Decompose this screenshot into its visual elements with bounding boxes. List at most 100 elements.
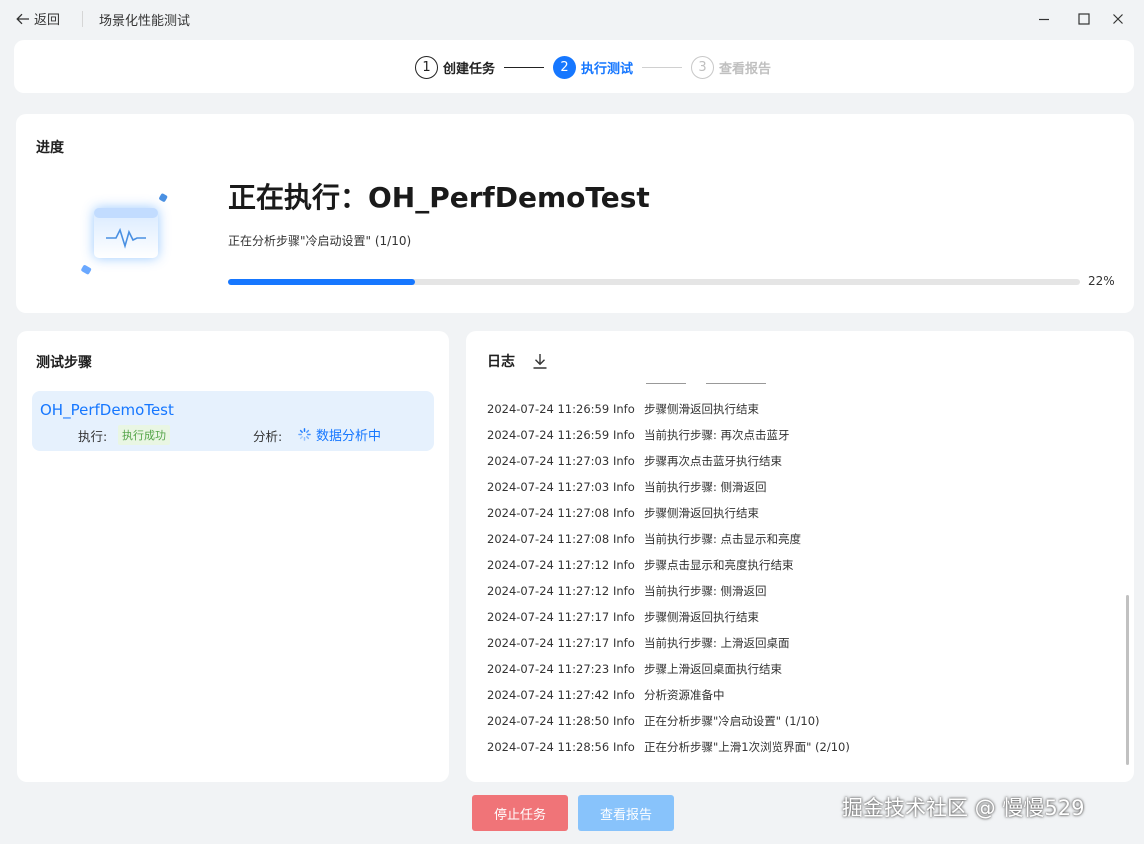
log-entry: 2024-07-24 11:27:17 Info 当前执行步骤: 上滑返回桌面 [487,633,790,653]
back-button[interactable]: 返回 [16,9,60,28]
progress-bar-fill [228,279,416,285]
monitor-illustration-icon [81,193,168,275]
log-entry: 2024-07-24 11:27:17 Info 步骤侧滑返回执行结束 [487,607,759,627]
close-button[interactable] [1107,8,1129,30]
log-entry-level: Info [613,428,635,442]
log-entry-level: Info [613,636,635,650]
stepper-card: 1 创建任务 2 执行测试 3 查看报告 [14,40,1134,93]
step-label: 执行测试 [581,61,634,77]
step-number: 3 [691,55,715,79]
log-entry: 2024-07-24 11:27:12 Info 当前执行步骤: 侧滑返回 [487,581,767,601]
log-list[interactable]: 2024-07-24 11:26:59 Info 步骤侧滑返回执行结束 2024-07… [466,383,1134,773]
analysis-status-text: 数据分析中 [316,429,382,444]
log-entry-time: 2024-07-24 11:26:59 [487,428,610,442]
arrow-left-icon [16,13,29,24]
stepper: 1 创建任务 2 执行测试 3 查看报告 [415,55,771,79]
log-entry-time: 2024-07-24 11:27:08 [487,532,610,546]
log-entry-level: Info [613,454,635,468]
log-entry: 2024-07-24 11:27:23 Info 步骤上滑返回桌面执行结束 [487,659,782,679]
progress-status-text: 正在分析步骤"冷启动设置" (1/10) [228,234,412,248]
minimize-button[interactable] [1033,8,1055,30]
log-entry-level: Info [613,532,635,546]
loading-spinner-icon [298,428,311,441]
log-entry-message: 步骤点击显示和亮度执行结束 [644,558,794,572]
stop-task-button[interactable]: 停止任务 [472,795,568,831]
watermark: 掘金技术社区 @ 慢慢529 [842,796,1085,820]
log-entry-message: 当前执行步骤: 侧滑返回 [644,584,767,598]
log-entry-time: 2024-07-24 11:28:56 [487,740,610,754]
step-view-report: 3 查看报告 [691,55,771,79]
log-entry-time: 2024-07-24 11:27:12 [487,584,610,598]
log-scrolled-text-fragment [646,383,766,384]
step-connector [504,66,545,68]
log-entry-message: 步骤侧滑返回执行结束 [644,506,759,520]
log-entry-message: 当前执行步骤: 侧滑返回 [644,480,767,494]
log-entry-time: 2024-07-24 11:28:50 [487,714,610,728]
step-number: 1 [415,55,438,79]
log-entry: 2024-07-24 11:27:03 Info 步骤再次点击蓝牙执行结束 [487,451,782,471]
log-entry: 2024-07-24 11:27:12 Info 步骤点击显示和亮度执行结束 [487,555,794,575]
test-steps-card: 测试步骤 OH_PerfDemoTest 执行: 执行成功 分析: 数据分析中 [17,331,449,782]
log-entry-time: 2024-07-24 11:27:17 [487,636,610,650]
log-scrollbar[interactable] [1126,383,1130,773]
log-entry-level: Info [613,662,635,676]
log-entry-level: Info [613,740,635,754]
log-entry-level: Info [613,610,635,624]
progress-bar [228,279,1080,285]
log-scrollbar-thumb[interactable] [1126,595,1129,765]
log-entry: 2024-07-24 11:26:59 Info 步骤侧滑返回执行结束 [487,399,759,419]
title-bar: 返回 场景化性能测试 [0,0,1144,38]
log-entry: 2024-07-24 11:27:08 Info 当前执行步骤: 点击显示和亮度 [487,529,801,549]
analysis-status: 数据分析中 [298,425,381,444]
test-step-item[interactable]: OH_PerfDemoTest 执行: 执行成功 分析: 数据分析中 [32,391,434,451]
log-entry-message: 正在分析步骤"上滑1次浏览界面" (2/10) [644,740,850,754]
log-entry-level: Info [613,688,635,702]
step-connector [642,66,683,68]
log-entry: 2024-07-24 11:27:42 Info 分析资源准备中 [487,685,725,705]
log-card: 日志 2024-07-24 11:26:59 Info 步骤侧滑返回执行结束 2024… [466,331,1134,782]
log-entry-time: 2024-07-24 11:27:08 [487,506,610,520]
log-entry: 2024-07-24 11:27:08 Info 步骤侧滑返回执行结束 [487,503,759,523]
log-entry-message: 步骤侧滑返回执行结束 [644,402,759,416]
progress-percent: 22% [1088,274,1115,288]
title-divider [82,11,83,27]
step-number: 2 [553,55,577,79]
download-icon[interactable] [531,352,549,370]
progress-section-title: 进度 [36,140,64,156]
log-entry-message: 当前执行步骤: 点击显示和亮度 [644,532,802,546]
test-step-name: OH_PerfDemoTest [40,401,174,419]
log-entry: 2024-07-24 11:27:03 Info 当前执行步骤: 侧滑返回 [487,477,767,497]
running-task-title: 正在执行：OH_PerfDemoTest [228,181,650,214]
log-entry-message: 步骤侧滑返回执行结束 [644,610,759,624]
log-section-title: 日志 [487,354,515,370]
log-entry-message: 步骤再次点击蓝牙执行结束 [644,454,782,468]
maximize-button[interactable] [1073,8,1095,30]
log-entry: 2024-07-24 11:26:59 Info 当前执行步骤: 再次点击蓝牙 [487,425,790,445]
log-entry-message: 当前执行步骤: 再次点击蓝牙 [644,428,790,442]
back-label: 返回 [34,13,61,28]
progress-card: 进度 正在执行：OH_PerfDemoTest 正在分析步骤"冷启动设置" (1… [16,114,1134,313]
log-entry-time: 2024-07-24 11:27:03 [487,480,610,494]
view-report-button[interactable]: 查看报告 [578,795,674,831]
exec-label: 执行: [78,429,108,444]
log-entry-level: Info [613,558,635,572]
log-entry: 2024-07-24 11:28:50 Info 正在分析步骤"冷启动设置" (1/… [487,711,820,731]
close-icon [1113,14,1123,24]
step-label: 创建任务 [443,61,496,77]
log-entry-time: 2024-07-24 11:27:17 [487,610,610,624]
log-entry-message: 当前执行步骤: 上滑返回桌面 [644,636,790,650]
step-create-task: 1 创建任务 [415,55,496,79]
log-entry-level: Info [613,714,635,728]
log-entry-message: 正在分析步骤"冷启动设置" (1/10) [644,714,820,728]
log-entry-time: 2024-07-24 11:26:59 [487,402,610,416]
log-entry-level: Info [613,584,635,598]
log-entry-time: 2024-07-24 11:27:42 [487,688,610,702]
app-title: 场景化性能测试 [99,14,191,29]
maximize-icon [1078,13,1090,25]
log-header: 日志 [487,351,549,371]
log-entry-level: Info [613,402,635,416]
log-entry-message: 步骤上滑返回桌面执行结束 [644,662,782,676]
analysis-label: 分析: [253,429,283,444]
log-entry-level: Info [613,480,635,494]
log-entry: 2024-07-24 11:28:56 Info 正在分析步骤"上滑1次浏览界面" … [487,737,850,757]
